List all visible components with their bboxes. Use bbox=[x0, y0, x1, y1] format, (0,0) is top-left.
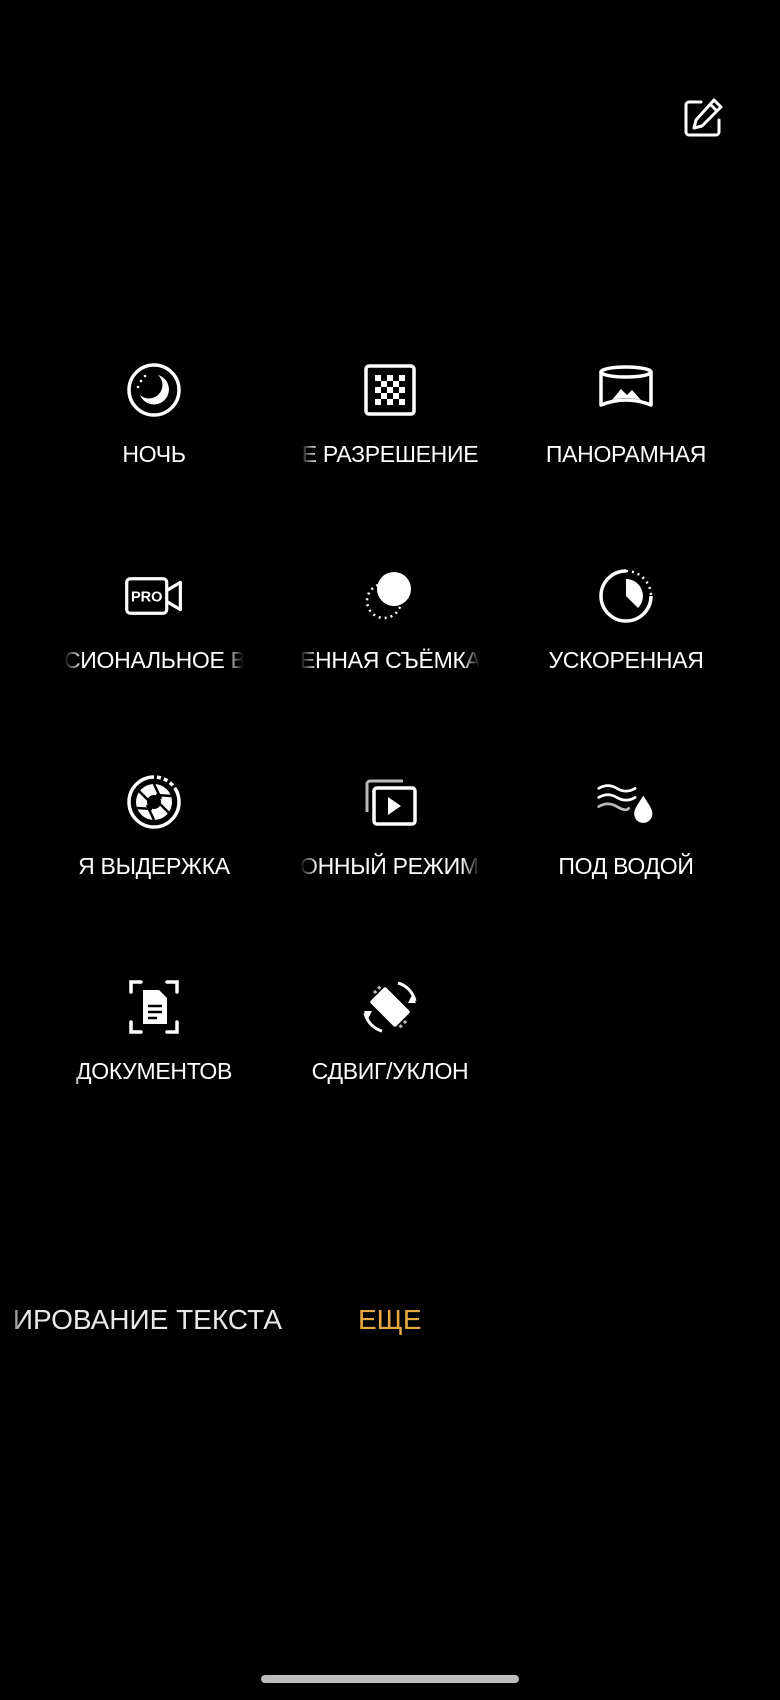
bottom-mode-tabs: ИРОВАНИЕ ТЕКСТА ЕЩЕ bbox=[0, 1300, 780, 1340]
mode-label: СИОНАЛЬНОЕ ВИ bbox=[64, 647, 244, 673]
mode-pro-video[interactable]: PRO СИОНАЛЬНОЕ ВИ bbox=[64, 566, 244, 716]
slow-motion-icon bbox=[360, 566, 420, 626]
underwater-icon bbox=[596, 772, 656, 832]
tilt-shift-icon bbox=[360, 977, 420, 1037]
mode-high-resolution[interactable]: Е РАЗРЕШЕНИЕ bbox=[300, 360, 480, 510]
tab-label: ИРОВАНИЕ ТЕКСТА bbox=[12, 1304, 282, 1335]
camera-mode-grid: НОЧЬ Е РАЗРЕШЕНИЕ ПАНОРАМНАЯ PRO СИОНАЛЬ… bbox=[0, 0, 780, 1100]
svg-text:PRO: PRO bbox=[131, 589, 163, 605]
mode-label: ЕННАЯ СЪЁМКА bbox=[300, 647, 480, 673]
high-resolution-icon bbox=[360, 360, 420, 420]
mode-document-scan[interactable]: ДОКУМЕНТОВ bbox=[64, 977, 244, 1127]
home-indicator[interactable] bbox=[261, 1675, 519, 1683]
night-moon-icon bbox=[124, 360, 184, 420]
mode-cinematic[interactable]: ОННЫЙ РЕЖИМ В bbox=[300, 772, 480, 922]
long-exposure-icon bbox=[124, 772, 184, 832]
tab-label: ЕЩЕ bbox=[358, 1304, 422, 1335]
mode-night[interactable]: НОЧЬ bbox=[64, 360, 244, 510]
tab-more[interactable]: ЕЩЕ bbox=[358, 1300, 422, 1340]
mode-time-lapse[interactable]: УСКОРЕННАЯ bbox=[536, 566, 716, 716]
mode-label: Е РАЗРЕШЕНИЕ bbox=[301, 441, 479, 467]
mode-slow-motion[interactable]: ЕННАЯ СЪЁМКА bbox=[300, 566, 480, 716]
mode-label: НОЧЬ bbox=[122, 441, 186, 467]
pro-video-icon: PRO bbox=[124, 566, 184, 626]
mode-label: СДВИГ/УКЛОН bbox=[311, 1058, 469, 1084]
panorama-icon bbox=[596, 360, 656, 420]
mode-label: Я ВЫДЕРЖКА bbox=[78, 853, 230, 879]
document-scan-icon bbox=[124, 977, 184, 1037]
tab-text-scan[interactable]: ИРОВАНИЕ ТЕКСТА bbox=[0, 1300, 290, 1340]
mode-underwater[interactable]: ПОД ВОДОЙ bbox=[536, 772, 716, 922]
mode-long-exposure[interactable]: Я ВЫДЕРЖКА bbox=[64, 772, 244, 922]
mode-label: ДОКУМЕНТОВ bbox=[75, 1058, 233, 1084]
mode-label: ПАНОРАМНАЯ bbox=[545, 441, 707, 467]
mode-panorama[interactable]: ПАНОРАМНАЯ bbox=[536, 360, 716, 510]
mode-label: УСКОРЕННАЯ bbox=[548, 647, 704, 673]
time-lapse-icon bbox=[596, 566, 656, 626]
mode-tilt-shift[interactable]: СДВИГ/УКЛОН bbox=[300, 977, 480, 1127]
mode-label: ОННЫЙ РЕЖИМ В bbox=[300, 853, 480, 879]
mode-label: ПОД ВОДОЙ bbox=[558, 853, 694, 879]
cinematic-video-icon bbox=[360, 772, 420, 832]
